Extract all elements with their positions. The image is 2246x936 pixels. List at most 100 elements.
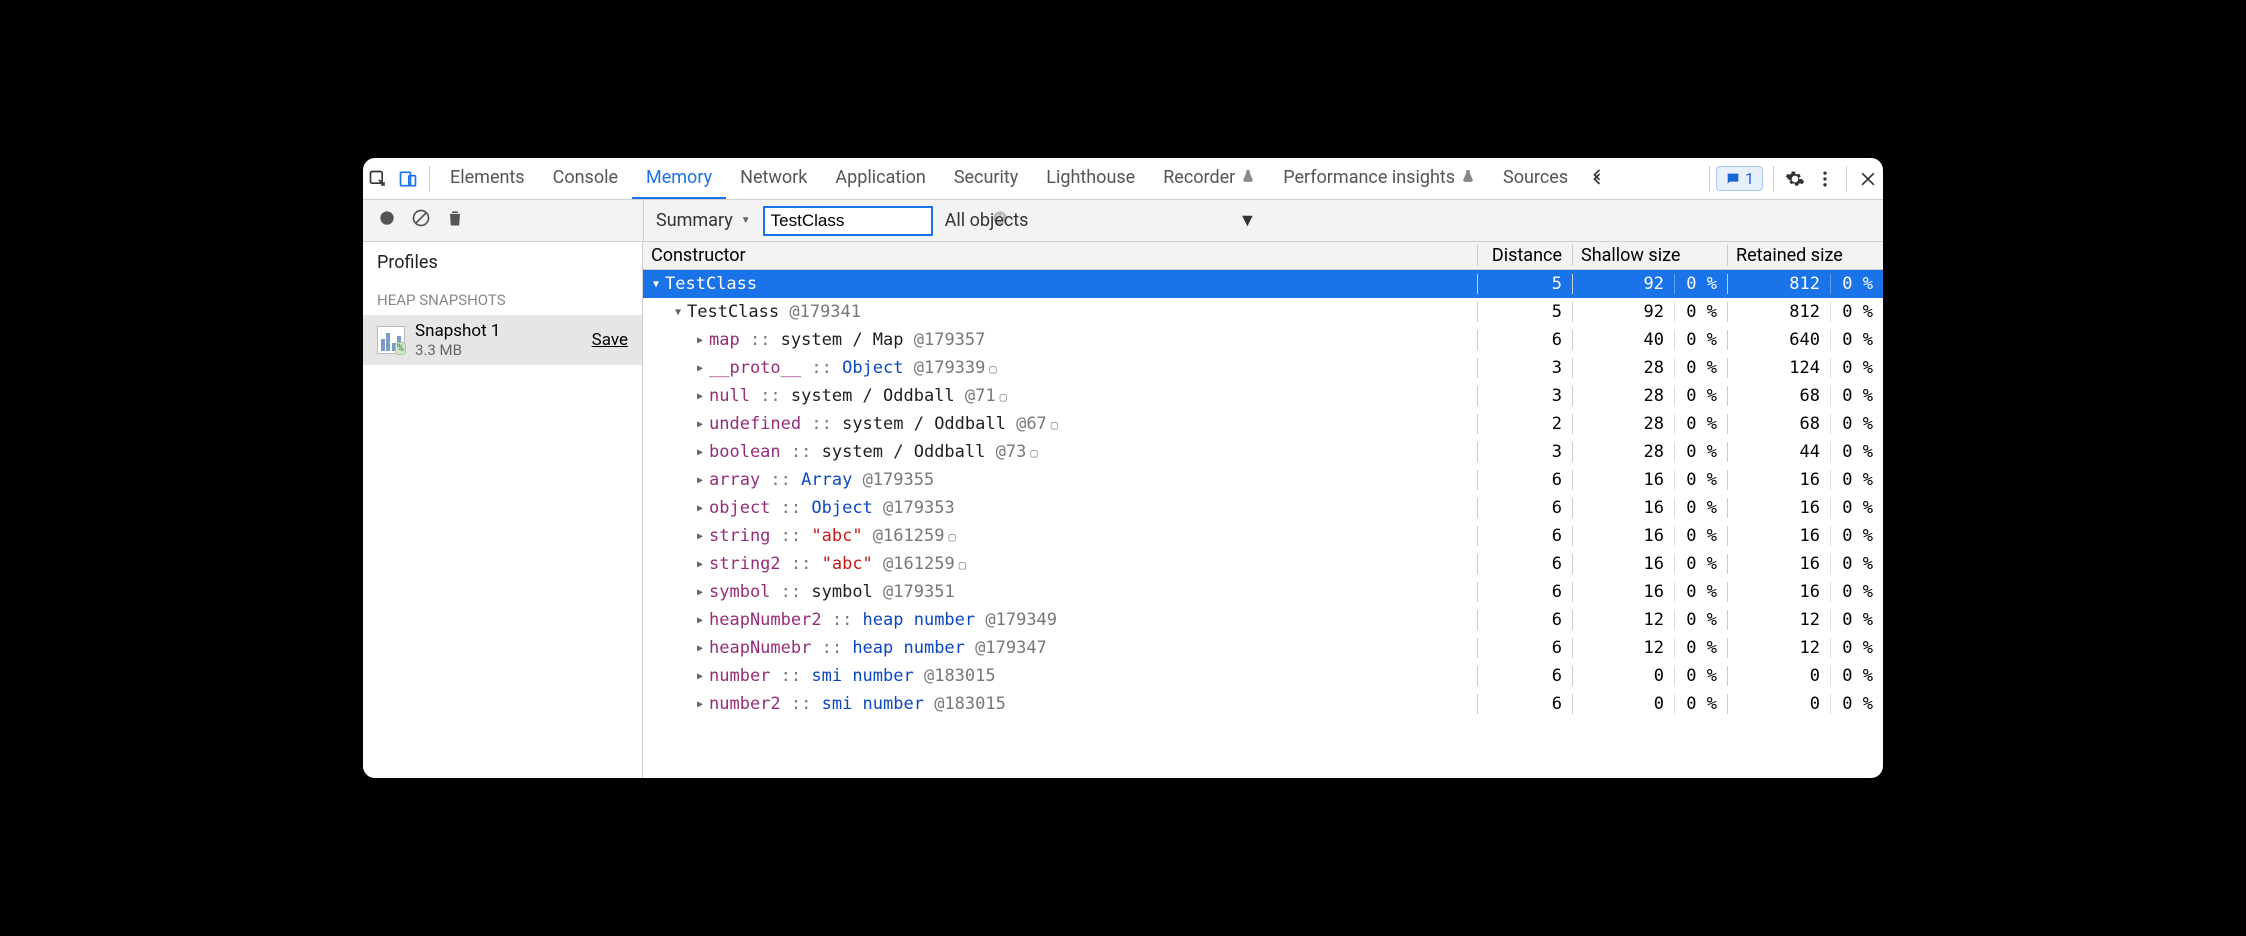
col-distance[interactable]: Distance	[1478, 245, 1573, 266]
disclosure-icon[interactable]: ▶	[695, 447, 705, 458]
devtools-panel: ElementsConsoleMemoryNetworkApplicationS…	[363, 158, 1883, 778]
record-icon[interactable]	[377, 208, 397, 233]
disclosure-icon[interactable]: ▶	[695, 671, 705, 682]
retainer-icon: ▢	[1000, 390, 1007, 404]
retainer-icon: ▢	[948, 530, 955, 544]
table-row[interactable]: ▼TestClass5920 %8120 %	[643, 270, 1883, 298]
shallow-cell: 160 %	[1573, 470, 1728, 490]
heap-snapshots-heading: HEAP SNAPSHOTS	[363, 277, 642, 315]
disclosure-icon[interactable]: ▶	[695, 503, 705, 514]
table-row[interactable]: ▶null :: system / Oddball @71▢3280 %680 …	[643, 382, 1883, 410]
disclosure-icon[interactable]: ▼	[673, 307, 683, 318]
table-row[interactable]: ▶number2 :: smi number @183015600 %00 %	[643, 690, 1883, 718]
close-icon[interactable]	[1853, 158, 1883, 200]
table-row[interactable]: ▶object :: Object @1793536160 %160 %	[643, 494, 1883, 522]
disclosure-icon[interactable]: ▶	[695, 363, 705, 374]
shallow-cell: 160 %	[1573, 526, 1728, 546]
kebab-menu-icon[interactable]	[1810, 158, 1840, 200]
retainer-icon: ▢	[1030, 446, 1037, 460]
beaker-icon	[1241, 167, 1255, 188]
disclosure-icon[interactable]: ▶	[695, 643, 705, 654]
retainer-icon: ▢	[989, 362, 996, 376]
memory-toolbar: Summary ▼ All objects ▼	[363, 200, 1883, 242]
delete-icon[interactable]	[445, 208, 465, 233]
disclosure-icon[interactable]: ▶	[695, 615, 705, 626]
table-row[interactable]: ▶array :: Array @1793556160 %160 %	[643, 466, 1883, 494]
tab-application[interactable]: Application	[821, 158, 939, 199]
disclosure-icon[interactable]: ▶	[695, 475, 705, 486]
inspect-element-icon[interactable]	[363, 158, 393, 200]
table-row[interactable]: ▶number :: smi number @183015600 %00 %	[643, 662, 1883, 690]
objects-scope-label: All objects	[945, 210, 1029, 231]
tab-elements[interactable]: Elements	[436, 158, 539, 199]
retained-cell: 120 %	[1728, 638, 1883, 658]
profiles-heading: Profiles	[363, 242, 642, 277]
profiles-sidebar: Profiles HEAP SNAPSHOTS Snapshot 1 3.3 M…	[363, 242, 643, 778]
tab-sources[interactable]: Sources	[1489, 158, 1582, 199]
tab-recorder[interactable]: Recorder	[1149, 158, 1269, 199]
col-shallow[interactable]: Shallow size	[1573, 245, 1728, 266]
retained-cell: 00 %	[1728, 666, 1883, 686]
distance-cell: 2	[1478, 414, 1573, 434]
tab-network[interactable]: Network	[726, 158, 821, 199]
retainer-icon: ▢	[959, 558, 966, 572]
table-row[interactable]: ▶string :: "abc" @161259▢6160 %160 %	[643, 522, 1883, 550]
tab-security[interactable]: Security	[940, 158, 1032, 199]
chevron-down-icon: ▼	[1238, 210, 1256, 231]
table-row[interactable]: ▶__proto__ :: Object @179339▢3280 %1240 …	[643, 354, 1883, 382]
col-retained[interactable]: Retained size	[1728, 245, 1883, 266]
more-tabs-icon[interactable]	[1582, 158, 1612, 200]
objects-scope-select[interactable]: All objects ▼	[945, 210, 1257, 231]
constructor-cell: TestClass @179341	[687, 302, 861, 322]
retained-cell: 6400 %	[1728, 330, 1883, 350]
issues-badge[interactable]: 1	[1716, 166, 1763, 191]
disclosure-icon[interactable]: ▼	[651, 279, 661, 290]
distance-cell: 6	[1478, 526, 1573, 546]
save-link[interactable]: Save	[592, 330, 628, 350]
shallow-cell: 400 %	[1573, 330, 1728, 350]
disclosure-icon[interactable]: ▶	[695, 587, 705, 598]
disclosure-icon[interactable]: ▶	[695, 559, 705, 570]
table-row[interactable]: ▶boolean :: system / Oddball @73▢3280 %4…	[643, 438, 1883, 466]
col-constructor[interactable]: Constructor	[643, 245, 1478, 266]
distance-cell: 6	[1478, 610, 1573, 630]
disclosure-icon[interactable]: ▶	[695, 531, 705, 542]
constructor-cell: map :: system / Map @179357	[709, 330, 985, 350]
distance-cell: 6	[1478, 554, 1573, 574]
snapshot-size: 3.3 MB	[415, 341, 582, 359]
constructor-cell: number :: smi number @183015	[709, 666, 996, 686]
shallow-cell: 120 %	[1573, 638, 1728, 658]
tab-performance-insights[interactable]: Performance insights	[1269, 158, 1489, 199]
settings-icon[interactable]	[1780, 158, 1810, 200]
disclosure-icon[interactable]: ▶	[695, 699, 705, 710]
retained-cell: 120 %	[1728, 610, 1883, 630]
tab-memory[interactable]: Memory	[632, 158, 726, 199]
retained-cell: 8120 %	[1728, 274, 1883, 294]
shallow-cell: 280 %	[1573, 442, 1728, 462]
constructor-cell: string2 :: "abc" @161259▢	[709, 554, 966, 574]
heap-table: Constructor Distance Shallow size Retain…	[643, 242, 1883, 778]
divider	[1846, 166, 1847, 192]
table-row[interactable]: ▶map :: system / Map @1793576400 %6400 %	[643, 326, 1883, 354]
tab-lighthouse[interactable]: Lighthouse	[1032, 158, 1149, 199]
tab-console[interactable]: Console	[539, 158, 632, 199]
shallow-cell: 160 %	[1573, 554, 1728, 574]
class-filter[interactable]	[763, 206, 933, 236]
table-row[interactable]: ▶heapNumebr :: heap number @1793476120 %…	[643, 634, 1883, 662]
snapshot-item[interactable]: Snapshot 1 3.3 MB Save	[363, 315, 642, 365]
shallow-cell: 920 %	[1573, 274, 1728, 294]
table-row[interactable]: ▶heapNumber2 :: heap number @1793496120 …	[643, 606, 1883, 634]
table-row[interactable]: ▼TestClass @1793415920 %8120 %	[643, 298, 1883, 326]
distance-cell: 5	[1478, 274, 1573, 294]
retained-cell: 160 %	[1728, 470, 1883, 490]
disclosure-icon[interactable]: ▶	[695, 335, 705, 346]
snapshot-name: Snapshot 1	[415, 321, 582, 341]
view-select[interactable]: Summary ▼	[656, 210, 751, 231]
table-row[interactable]: ▶undefined :: system / Oddball @67▢2280 …	[643, 410, 1883, 438]
device-toolbar-icon[interactable]	[393, 158, 423, 200]
table-row[interactable]: ▶string2 :: "abc" @161259▢6160 %160 %	[643, 550, 1883, 578]
clear-icon[interactable]	[411, 208, 431, 233]
disclosure-icon[interactable]: ▶	[695, 419, 705, 430]
table-row[interactable]: ▶symbol :: symbol @1793516160 %160 %	[643, 578, 1883, 606]
disclosure-icon[interactable]: ▶	[695, 391, 705, 402]
